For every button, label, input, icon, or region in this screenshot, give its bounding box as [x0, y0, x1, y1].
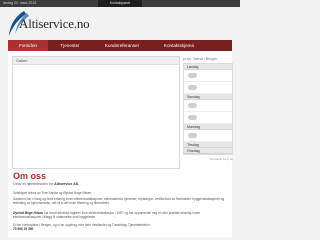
cloud-icon: [188, 133, 197, 138]
cloud-icon: [188, 115, 197, 120]
weather-slot: [184, 70, 232, 82]
weather-location: yr.no: Værvil i Bergen: [183, 57, 218, 61]
cloud-icon: [188, 73, 197, 78]
gallery-title: Galleri: [13, 57, 179, 65]
logo-text: Altiservice.no: [19, 16, 90, 31]
person-name: Øyvind Boge Nilsen: [13, 211, 44, 215]
site-logo[interactable]: Altiservice.no: [6, 10, 90, 38]
nav-item-tjenester[interactable]: Tjenester: [52, 40, 88, 51]
top-bar: lørdag 24. mars 2018 Kontaktpanel: [0, 0, 240, 7]
cloud-icon: [188, 103, 197, 108]
tagline: Orlov et hjemmesiden for Altiservice AS.: [13, 182, 79, 186]
cloud-icon: [188, 85, 197, 90]
about-paragraph: Øyvind Boge Nilsen har bredt tekniske fa…: [13, 211, 229, 220]
tagline-brand: Altiservice AS.: [54, 182, 80, 186]
content-area: Galleri yr.no: Værvil i Bergen Lørdag Sø…: [8, 51, 233, 237]
page-title: Om oss: [13, 171, 47, 181]
paragraph-text: Vi har kontorplass i Bergen, og vi tar o…: [13, 223, 151, 227]
contact-panel-tab[interactable]: Kontaktpanel: [98, 0, 142, 7]
weather-slot: [184, 82, 232, 94]
weather-slot: [184, 130, 232, 142]
nav-item-kontaktskjema[interactable]: Kontaktskjema: [154, 40, 204, 51]
nav-item-kundereferanser[interactable]: Kundereferanser: [92, 40, 152, 51]
gallery-panel: Galleri: [12, 56, 180, 169]
date-label: lørdag 24. mars 2018: [3, 1, 37, 5]
weather-day: Onsdag: [184, 148, 232, 154]
weather-box: Lørdag Søndag Mandag Tirsdag Onsdag: [183, 63, 233, 155]
weather-credit[interactable]: Værvarsel fra yr.no: [183, 157, 233, 161]
about-paragraph: Selskapet drives av Tore Sandø og Øyvind…: [13, 191, 93, 195]
main-nav: Forsiden Tjenester Kundereferanser Konta…: [8, 40, 232, 51]
about-paragraph: Sammen har vi lang og bred erfaring inne…: [13, 197, 225, 206]
weather-slot: [184, 112, 232, 124]
weather-slot: [184, 100, 232, 112]
phone-number[interactable]: 70 966 25 580: [13, 227, 33, 231]
weather-widget: yr.no: Værvil i Bergen Lørdag Søndag Man…: [183, 56, 233, 169]
tagline-prefix: Orlov et hjemmesiden for: [13, 182, 55, 186]
nav-item-forsiden[interactable]: Forsiden: [8, 40, 48, 51]
about-paragraph: Vi har kontorplass i Bergen, og vi tar o…: [13, 223, 229, 232]
